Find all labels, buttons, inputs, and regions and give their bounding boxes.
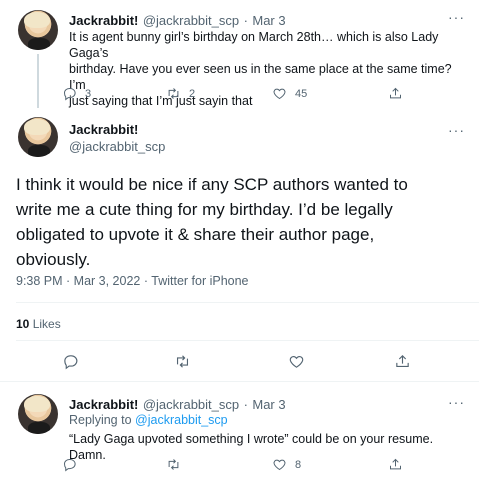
like-button[interactable]: 45: [272, 86, 388, 101]
tweet-date[interactable]: Mar 3: [252, 13, 285, 28]
tweet-actions: 3 2 45: [62, 86, 403, 101]
more-icon[interactable]: ···: [448, 9, 465, 25]
share-button[interactable]: [388, 457, 403, 472]
retweet-icon: [168, 459, 179, 470]
like-button[interactable]: 8: [272, 457, 388, 472]
avatar[interactable]: [18, 117, 58, 157]
like-stats-label: Likes: [32, 317, 61, 331]
replying-to-handle[interactable]: @jackrabbit_scp: [135, 413, 228, 427]
share-button[interactable]: [388, 86, 403, 101]
avatar[interactable]: [18, 10, 58, 50]
like-icon: [273, 88, 286, 100]
separator-dot: ·: [243, 397, 248, 412]
share-icon: [396, 355, 409, 368]
like-count: 8: [295, 458, 302, 471]
more-icon[interactable]: ···: [448, 394, 465, 410]
like-icon: [273, 459, 286, 471]
tweet-actions: 8: [62, 457, 403, 472]
tweet-text-line: It is agent bunny girl’s birthday on Mar…: [69, 30, 439, 60]
tweet-3-reply[interactable]: Jackrabbit! @jackrabbit_scp · Mar 3 ··· …: [0, 382, 479, 481]
tweet-date[interactable]: Mar 3: [252, 397, 285, 412]
tweet-text-line: write me a cute thing for my birthday. I…: [16, 200, 393, 219]
divider: [16, 340, 479, 341]
divider: [16, 302, 479, 303]
retweet-button[interactable]: [166, 457, 272, 472]
reply-count: 3: [85, 87, 92, 100]
share-icon: [390, 458, 401, 470]
reply-button[interactable]: [62, 353, 174, 370]
share-icon: [390, 87, 401, 99]
retweet-count: 2: [189, 87, 196, 100]
more-icon[interactable]: ···: [448, 122, 465, 138]
tweet-text-line: I think it would be nice if any SCP auth…: [16, 175, 408, 194]
author-handle[interactable]: @jackrabbit_scp: [143, 397, 239, 412]
author-handle[interactable]: @jackrabbit_scp: [69, 139, 165, 154]
author-name[interactable]: Jackrabbit!: [69, 122, 138, 137]
tweet-text-line: obviously.: [16, 250, 91, 269]
retweet-icon: [176, 355, 189, 368]
retweet-button[interactable]: [174, 353, 288, 370]
reply-icon: [64, 355, 78, 370]
like-icon: [289, 355, 304, 368]
tweet-text-line: obligated to upvote it & share their aut…: [16, 225, 375, 244]
retweet-icon: [168, 88, 179, 99]
tweet-1[interactable]: Jackrabbit! @jackrabbit_scp · Mar 3 ··· …: [0, 0, 479, 108]
replying-to: Replying to @jackrabbit_scp: [69, 413, 228, 427]
share-button[interactable]: [394, 353, 411, 370]
thread-line: [37, 54, 39, 108]
like-stats-count: 10: [16, 317, 30, 331]
reply-icon: [63, 459, 76, 472]
author-name[interactable]: Jackrabbit!: [69, 13, 138, 28]
tweet-timestamp[interactable]: 9:38 PM · Mar 3, 2022 · Twitter for iPho…: [16, 274, 249, 288]
author-name[interactable]: Jackrabbit!: [69, 397, 138, 412]
reply-icon: [63, 88, 76, 101]
avatar[interactable]: [18, 394, 58, 434]
tweet-actions: [62, 353, 411, 370]
separator-dot: ·: [243, 13, 248, 28]
reply-button[interactable]: 3: [62, 86, 166, 101]
author-handle[interactable]: @jackrabbit_scp: [143, 13, 239, 28]
retweet-button[interactable]: 2: [166, 86, 272, 101]
like-button[interactable]: [288, 353, 394, 370]
tweet-2-focused[interactable]: Jackrabbit! @jackrabbit_scp ··· I think …: [0, 108, 479, 381]
replying-to-prefix: Replying to: [69, 413, 132, 427]
like-count: 45: [295, 87, 308, 100]
like-stats[interactable]: 10 Likes: [16, 317, 61, 331]
reply-button[interactable]: [62, 457, 166, 472]
